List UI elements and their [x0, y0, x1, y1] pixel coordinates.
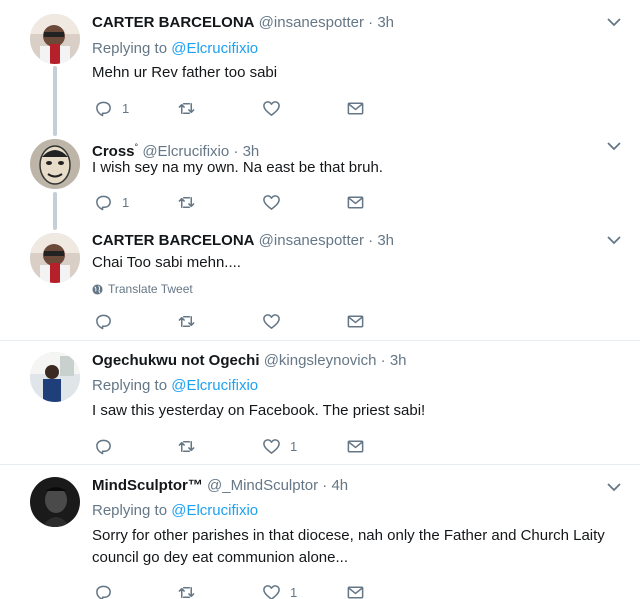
timestamp[interactable]: 3h	[390, 352, 407, 369]
tweet[interactable]: Cross° @Elcrucifixio · 3h I wish sey na …	[0, 130, 640, 230]
retweet-button[interactable]	[177, 192, 196, 212]
replying-to-label: Replying to	[92, 377, 168, 394]
reply-button[interactable]	[94, 436, 122, 456]
heart-icon	[263, 194, 280, 210]
chevron-down-icon[interactable]	[606, 139, 622, 153]
author-name[interactable]: CARTER BARCELONA	[92, 232, 255, 249]
tweet-text: Mehn ur Rev father too sabi	[92, 64, 278, 81]
heart-icon	[263, 438, 280, 454]
avatar[interactable]	[30, 233, 80, 283]
tweet-text: I saw this yesterday on Facebook. The pr…	[92, 402, 426, 419]
envelope-icon	[347, 586, 364, 598]
author-handle[interactable]: @_MindSculptor	[207, 477, 318, 494]
separator-dot: ·	[380, 352, 386, 369]
separator-dot: ·	[322, 477, 328, 494]
reply-to-link[interactable]: @Elcrucifixio	[171, 502, 258, 519]
envelope-icon	[347, 315, 364, 327]
timestamp[interactable]: 4h	[331, 477, 348, 494]
like-count: 1	[290, 584, 298, 599]
reply-to-link[interactable]: @Elcrucifixio	[171, 377, 258, 394]
retweet-icon	[178, 102, 195, 114]
retweet-icon	[178, 315, 195, 327]
tweet-text: I wish sey na my own. Na east be that br…	[92, 159, 383, 176]
replying-to-label: Replying to	[92, 502, 168, 519]
reply-icon	[96, 585, 111, 599]
reply-icon	[96, 101, 111, 116]
direct-message-button[interactable]	[346, 192, 365, 212]
retweet-icon	[178, 440, 195, 452]
author-handle[interactable]: @insanespotter	[259, 14, 364, 31]
thread-connector	[53, 192, 57, 230]
like-count: 1	[290, 438, 298, 454]
replying-to-label: Replying to	[92, 40, 168, 57]
avatar[interactable]	[30, 139, 80, 189]
reply-icon	[96, 314, 111, 329]
tweet[interactable]: CARTER BARCELONA @insanespotter · 3h Cha…	[0, 226, 640, 340]
tweet-text: Sorry for other parishes in that diocese…	[92, 527, 605, 566]
tweet[interactable]: Ogechukwu not Ogechi @kingsleynovich · 3…	[0, 341, 640, 464]
reply-button[interactable]: 1	[94, 98, 129, 118]
separator-dot: ·	[368, 14, 374, 31]
translate-tweet-label: Translate Tweet	[108, 282, 193, 296]
retweet-icon	[178, 196, 195, 208]
author-handle[interactable]: @insanespotter	[259, 232, 364, 249]
reply-to-link[interactable]: @Elcrucifixio	[171, 40, 258, 57]
like-button[interactable]: 1	[262, 436, 297, 456]
author-name[interactable]: Ogechukwu not Ogechi	[92, 352, 260, 369]
author-name[interactable]: CARTER BARCELONA	[92, 14, 255, 31]
author-handle[interactable]: @kingsleynovich	[264, 352, 377, 369]
reply-button[interactable]	[94, 311, 122, 331]
reply-count: 1	[122, 100, 130, 116]
heart-icon	[263, 100, 280, 116]
like-button[interactable]	[262, 192, 290, 212]
direct-message-button[interactable]	[346, 311, 365, 331]
tweet-text: Chai Too sabi mehn....	[92, 254, 241, 271]
separator-dot: ·	[368, 232, 374, 249]
globe-icon	[92, 283, 103, 295]
reply-icon	[96, 439, 111, 454]
chevron-down-icon[interactable]	[606, 15, 622, 29]
heart-icon	[263, 313, 280, 329]
retweet-button[interactable]	[177, 582, 196, 599]
avatar[interactable]	[30, 477, 80, 527]
like-button[interactable]: 1	[262, 582, 297, 599]
retweet-icon	[178, 586, 195, 598]
heart-icon	[263, 584, 280, 599]
direct-message-button[interactable]	[346, 582, 365, 599]
retweet-button[interactable]	[177, 436, 196, 456]
translate-tweet-link[interactable]: Translate Tweet	[92, 281, 193, 297]
tweet[interactable]: CARTER BARCELONA @insanespotter · 3h Rep…	[0, 0, 640, 136]
like-button[interactable]	[262, 98, 290, 118]
direct-message-button[interactable]	[346, 436, 365, 456]
timestamp[interactable]: 3h	[377, 14, 394, 31]
envelope-icon	[347, 102, 364, 114]
verified-mark: °	[134, 142, 139, 152]
reply-button[interactable]: 1	[94, 192, 129, 212]
timestamp[interactable]: 3h	[377, 232, 394, 249]
avatar[interactable]	[30, 14, 80, 64]
retweet-button[interactable]	[177, 98, 196, 118]
author-name[interactable]: MindSculptor™	[92, 477, 203, 494]
envelope-icon	[347, 196, 364, 208]
reply-count: 1	[122, 194, 130, 210]
direct-message-button[interactable]	[346, 98, 365, 118]
like-button[interactable]	[262, 311, 290, 331]
reply-icon	[96, 195, 111, 210]
avatar[interactable]	[30, 352, 80, 402]
chevron-down-icon[interactable]	[606, 480, 622, 494]
retweet-button[interactable]	[177, 311, 196, 331]
thread-connector	[53, 66, 57, 136]
chevron-down-icon[interactable]	[606, 233, 622, 247]
reply-button[interactable]	[94, 582, 122, 599]
envelope-icon	[347, 440, 364, 452]
tweet[interactable]: MindSculptor™ @_MindSculptor · 4h Replyi…	[0, 465, 640, 599]
